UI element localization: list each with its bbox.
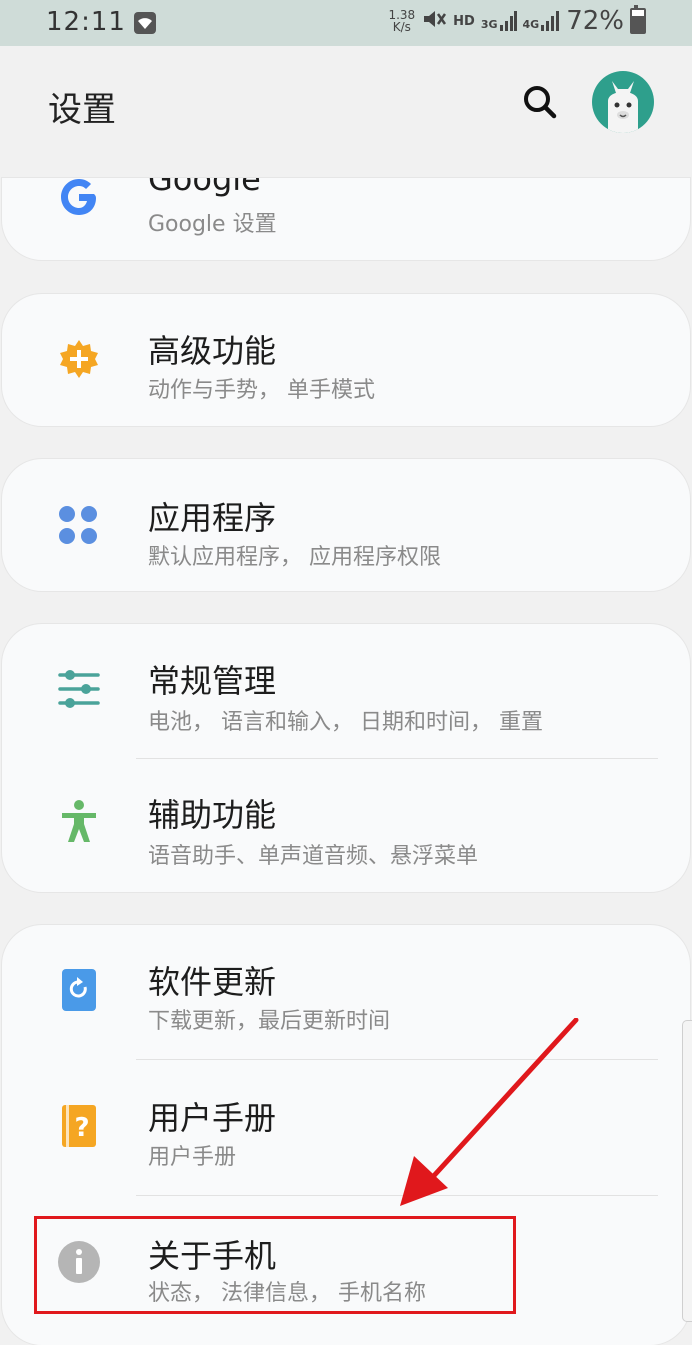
llama-avatar-icon — [608, 81, 638, 133]
item-title: 辅助功能 — [148, 796, 277, 834]
svg-text:?: ? — [74, 1113, 89, 1143]
item-subtitle: Google 设置 — [148, 212, 277, 237]
item-subtitle: 动作与手势， 单手模式 — [148, 378, 375, 403]
signal-3g-icon: 3G — [481, 11, 517, 31]
battery-percent: 72% — [566, 6, 624, 36]
page-title: 设置 — [48, 90, 116, 130]
item-title: 高级功能 — [148, 332, 277, 370]
highlight-box-about-phone — [34, 1216, 516, 1314]
scrollbar[interactable] — [682, 1020, 692, 1322]
accessibility-icon — [56, 798, 102, 844]
hd-icon: HD — [453, 13, 475, 29]
item-title: 常规管理 — [148, 662, 277, 700]
item-subtitle: 语音助手、单声道音频、悬浮菜单 — [148, 844, 479, 869]
signal-4g-icon: 4G — [523, 11, 561, 31]
user-manual-icon: ? — [56, 1103, 102, 1149]
settings-item-google[interactable]: Google Google 设置 — [2, 178, 690, 260]
search-button[interactable] — [518, 80, 562, 124]
sim1-network-type: 3G — [480, 18, 498, 31]
item-title: Google — [148, 178, 261, 198]
card-advanced-features: 高级功能 动作与手势， 单手模式 — [2, 294, 690, 426]
sim2-network-type: 4G — [522, 18, 540, 31]
status-indicators: 1.38 K/s HD 3G 4G 72% — [388, 5, 646, 36]
item-title: 软件更新 — [148, 963, 277, 1001]
item-subtitle: 下载更新，最后更新时间 — [148, 1009, 391, 1034]
network-speed: 1.38 K/s — [388, 9, 415, 33]
app-header: 设置 — [0, 46, 692, 162]
card-google: Google Google 设置 — [2, 178, 690, 260]
card-general: 常规管理 电池， 语言和输入， 日期和时间， 重置 辅助功能 语音助手、单声道音… — [2, 624, 690, 892]
settings-item-accessibility[interactable]: 辅助功能 语音助手、单声道音频、悬浮菜单 — [2, 758, 690, 892]
software-update-icon — [56, 967, 102, 1013]
status-time: 12:11 — [46, 7, 126, 37]
settings-item-general-management[interactable]: 常规管理 电池， 语言和输入， 日期和时间， 重置 — [2, 624, 690, 758]
item-subtitle: 默认应用程序， 应用程序权限 — [148, 545, 441, 570]
mute-icon — [421, 8, 447, 34]
settings-item-apps[interactable]: 应用程序 默认应用程序， 应用程序权限 — [2, 459, 690, 591]
item-title: 用户手册 — [148, 1099, 277, 1137]
item-title: 应用程序 — [148, 499, 277, 537]
advanced-features-icon — [56, 336, 102, 382]
search-icon — [524, 86, 557, 119]
sliders-icon — [56, 666, 102, 712]
apps-icon — [56, 503, 102, 549]
battery-icon — [630, 5, 646, 34]
wifi-icon — [134, 12, 156, 34]
status-bar: 12:11 1.38 K/s HD 3G 4G 72% — [0, 0, 692, 46]
profile-avatar[interactable] — [592, 71, 654, 133]
item-subtitle: 用户手册 — [148, 1145, 237, 1170]
item-subtitle: 电池， 语言和输入， 日期和时间， 重置 — [148, 710, 543, 735]
card-apps: 应用程序 默认应用程序， 应用程序权限 — [2, 459, 690, 591]
settings-item-advanced-features[interactable]: 高级功能 动作与手势， 单手模式 — [2, 294, 690, 426]
red-arrow-annotation — [400, 1018, 579, 1206]
network-speed-unit: K/s — [392, 20, 411, 34]
google-icon — [56, 178, 102, 220]
